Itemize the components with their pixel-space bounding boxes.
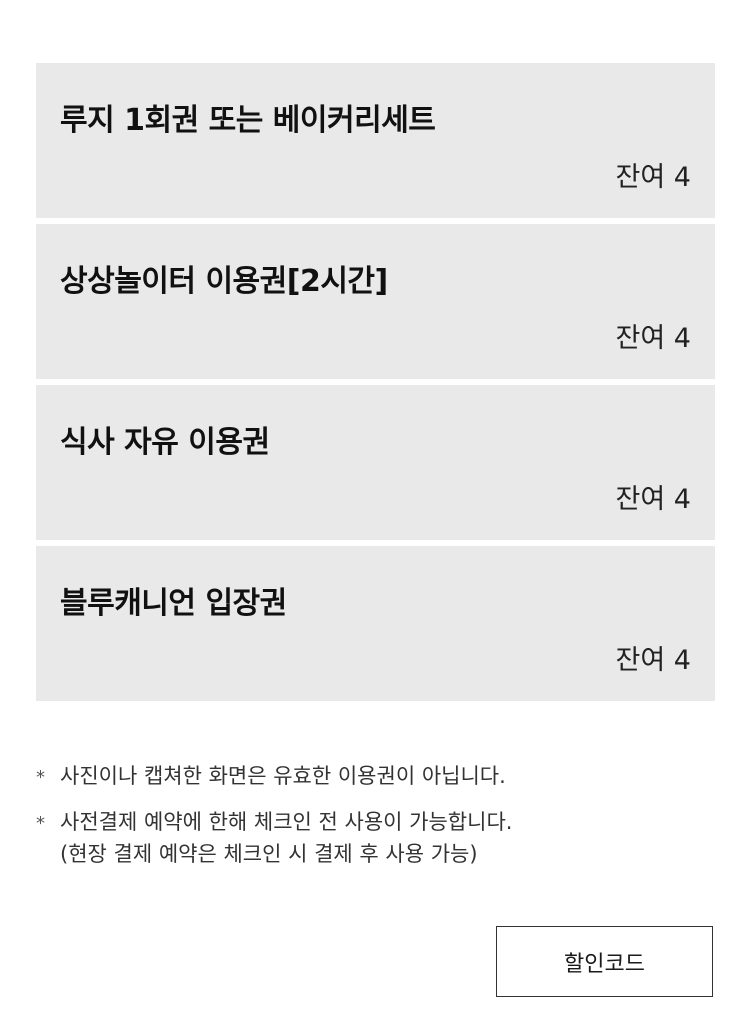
notice-item: * 사전결제 예약에 한해 체크인 전 사용이 가능합니다. (현장 결제 예약…: [36, 806, 715, 870]
ticket-card-luge[interactable]: 루지 1회권 또는 베이커리세트 잔여 4: [36, 63, 715, 218]
ticket-title: 식사 자유 이용권: [60, 425, 270, 460]
ticket-title: 블루캐니언 입장권: [60, 586, 287, 621]
ticket-card-playground[interactable]: 상상놀이터 이용권[2시간] 잔여 4: [36, 224, 715, 379]
discount-code-button[interactable]: 할인코드: [496, 926, 713, 997]
notice-item: * 사진이나 캡쳐한 화면은 유효한 이용권이 아닙니다.: [36, 760, 715, 792]
ticket-list: 루지 1회권 또는 베이커리세트 잔여 4 상상놀이터 이용권[2시간] 잔여 …: [36, 63, 715, 707]
asterisk-bullet: *: [36, 767, 45, 788]
notice-text: 사진이나 캡쳐한 화면은 유효한 이용권이 아닙니다.: [60, 764, 506, 788]
notice-text: 사전결제 예약에 한해 체크인 전 사용이 가능합니다.: [60, 810, 513, 834]
asterisk-bullet: *: [36, 813, 45, 834]
ticket-remaining-count: 잔여 4: [615, 484, 691, 515]
ticket-title: 상상놀이터 이용권[2시간]: [60, 264, 388, 299]
ticket-card-meal[interactable]: 식사 자유 이용권 잔여 4: [36, 385, 715, 540]
notice-list: * 사진이나 캡쳐한 화면은 유효한 이용권이 아닙니다. * 사전결제 예약에…: [36, 760, 715, 884]
ticket-remaining-count: 잔여 4: [615, 162, 691, 193]
notice-subtext: (현장 결제 예약은 체크인 시 결제 후 사용 가능): [60, 842, 478, 866]
ticket-title: 루지 1회권 또는 베이커리세트: [60, 103, 436, 138]
ticket-remaining-count: 잔여 4: [615, 645, 691, 676]
ticket-card-blue-canyon[interactable]: 블루캐니언 입장권 잔여 4: [36, 546, 715, 701]
ticket-remaining-count: 잔여 4: [615, 323, 691, 354]
